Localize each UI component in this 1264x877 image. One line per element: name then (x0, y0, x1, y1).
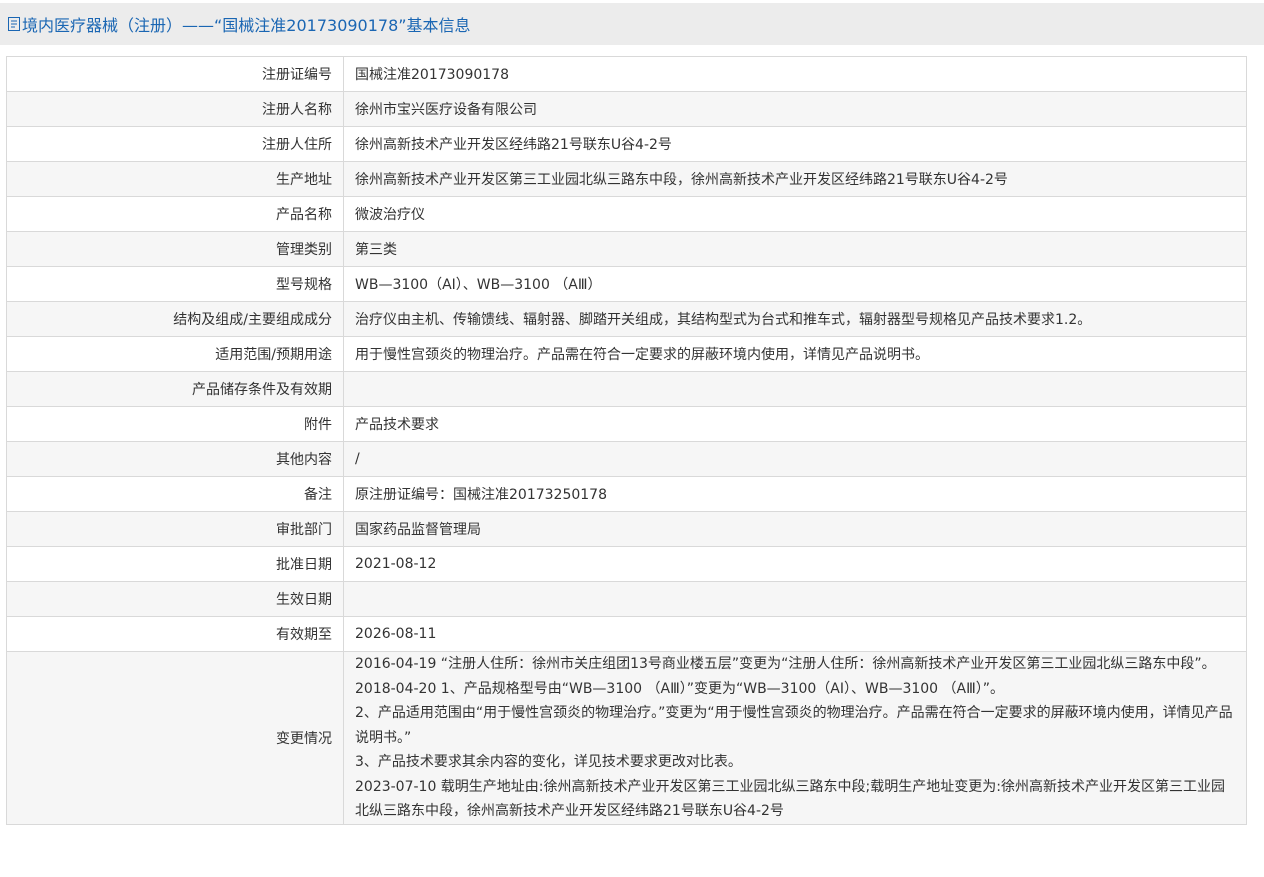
field-label: 管理类别 (6, 231, 344, 267)
field-value: 徐州高新技术产业开发区第三工业园北纵三路东中段，徐州高新技术产业开发区经纬路21… (343, 161, 1247, 197)
field-label: 其他内容 (6, 441, 344, 477)
field-label: 有效期至 (6, 616, 344, 652)
field-value (343, 581, 1247, 617)
field-label: 生效日期 (6, 581, 344, 617)
field-value (343, 371, 1247, 407)
field-label: 产品储存条件及有效期 (6, 371, 344, 407)
field-label: 结构及组成/主要组成成分 (6, 301, 344, 337)
field-value: WB—3100（AⅠ）、WB—3100 （AⅢ） (343, 266, 1247, 302)
field-value: 国家药品监督管理局 (343, 511, 1247, 547)
change-entry: 2016-04-19 “注册人住所：徐州市关庄组团13号商业楼五层”变更为“注册… (355, 656, 1216, 672)
table-row: 生效日期 (6, 581, 1247, 617)
table-row: 产品储存条件及有效期 (6, 371, 1247, 407)
field-value: 产品技术要求 (343, 406, 1247, 442)
field-label: 注册证编号 (6, 56, 344, 92)
change-history-value: 2016-04-19 “注册人住所：徐州市关庄组团13号商业楼五层”变更为“注册… (343, 651, 1247, 825)
change-entry: 2023-07-10 载明生产地址由:徐州高新技术产业开发区第三工业园北纵三路东… (355, 778, 1225, 820)
field-value: 徐州高新技术产业开发区经纬路21号联东U谷4-2号 (343, 126, 1247, 162)
page-title: 境内医疗器械（注册）——“国械注准20173090178”基本信息 (22, 16, 471, 35)
table-row: 产品名称 微波治疗仪 (6, 196, 1247, 232)
field-value: 国械注准20173090178 (343, 56, 1247, 92)
change-history-row: 变更情况 2016-04-19 “注册人住所：徐州市关庄组团13号商业楼五层”变更… (6, 651, 1247, 825)
field-value: 徐州市宝兴医疗设备有限公司 (343, 91, 1247, 127)
table-row: 管理类别 第三类 (6, 231, 1247, 267)
table-row: 生产地址 徐州高新技术产业开发区第三工业园北纵三路东中段，徐州高新技术产业开发区经… (6, 161, 1247, 197)
field-label: 审批部门 (6, 511, 344, 547)
change-entry: 2、产品适用范围由“用于慢性宫颈炎的物理治疗。”变更为“用于慢性宫颈炎的物理治疗… (355, 705, 1233, 746)
table-row: 适用范围/预期用途 用于慢性宫颈炎的物理治疗。产品需在符合一定要求的屏蔽环境内使用… (6, 336, 1247, 372)
table-row: 型号规格 WB—3100（AⅠ）、WB—3100 （AⅢ） (6, 266, 1247, 302)
table-row: 其他内容 / (6, 441, 1247, 477)
field-label: 产品名称 (6, 196, 344, 232)
field-value: / (343, 441, 1247, 477)
field-value: 治疗仪由主机、传输馈线、辐射器、脚踏开关组成，其结构型式为台式和推车式，辐射器型… (343, 301, 1247, 337)
table-row: 注册证编号 国械注准20173090178 (6, 56, 1247, 92)
table-row: 注册人名称 徐州市宝兴医疗设备有限公司 (6, 91, 1247, 127)
field-value: 原注册证编号：国械注准20173250178 (343, 476, 1247, 512)
field-value: 微波治疗仪 (343, 196, 1247, 232)
field-value: 第三类 (343, 231, 1247, 267)
info-table: 注册证编号 国械注准20173090178 注册人名称 徐州市宝兴医疗设备有限公司 注册… (6, 56, 1247, 825)
field-label: 变更情况 (6, 651, 344, 825)
field-label: 适用范围/预期用途 (6, 336, 344, 372)
field-label: 备注 (6, 476, 344, 512)
field-value: 用于慢性宫颈炎的物理治疗。产品需在符合一定要求的屏蔽环境内使用，详情见产品说明书… (343, 336, 1247, 372)
field-label: 生产地址 (6, 161, 344, 197)
table-row: 注册人住所 徐州高新技术产业开发区经纬路21号联东U谷4-2号 (6, 126, 1247, 162)
field-value: 2026-08-11 (343, 616, 1247, 652)
table-row: 备注 原注册证编号：国械注准20173250178 (6, 476, 1247, 512)
table-row: 附件 产品技术要求 (6, 406, 1247, 442)
info-table-wrapper: 注册证编号 国械注准20173090178 注册人名称 徐州市宝兴医疗设备有限公司 注册… (6, 56, 1247, 825)
document-icon (8, 17, 20, 31)
table-row: 结构及组成/主要组成成分 治疗仪由主机、传输馈线、辐射器、脚踏开关组成，其结构型式… (6, 301, 1247, 337)
change-entry: 2018-04-20 1、产品规格型号由“WB—3100 （AⅢ）”变更为“WB… (355, 680, 1005, 697)
page-title-bar: 境内医疗器械（注册）——“国械注准20173090178”基本信息 (0, 3, 1264, 45)
field-label: 型号规格 (6, 266, 344, 302)
field-label: 注册人住所 (6, 126, 344, 162)
field-label: 注册人名称 (6, 91, 344, 127)
field-value: 2021-08-12 (343, 546, 1247, 582)
table-row: 有效期至 2026-08-11 (6, 616, 1247, 652)
field-label: 附件 (6, 406, 344, 442)
field-label: 批准日期 (6, 546, 344, 582)
change-entry: 3、产品技术要求其余内容的变化，详见技术要求更改对比表。 (355, 754, 742, 770)
table-row: 审批部门 国家药品监督管理局 (6, 511, 1247, 547)
table-row: 批准日期 2021-08-12 (6, 546, 1247, 582)
